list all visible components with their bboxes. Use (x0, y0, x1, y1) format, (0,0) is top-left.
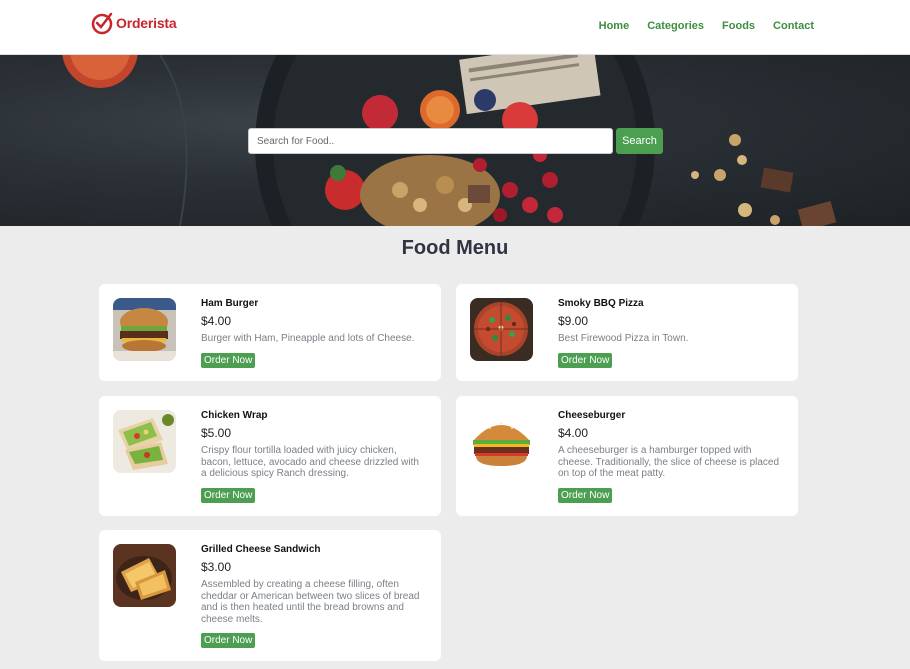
food-name: Grilled Cheese Sandwich (201, 544, 321, 555)
nav-categories[interactable]: Categories (647, 20, 704, 32)
logo[interactable]: Orderista (91, 11, 177, 35)
food-price: $4.00 (558, 426, 589, 440)
food-price: $5.00 (201, 426, 232, 440)
food-name: Smoky BBQ Pizza (558, 298, 644, 309)
food-card: Chicken Wrap $5.00 Crispy flour tortilla… (99, 396, 441, 516)
order-now-button[interactable]: Order Now (558, 352, 613, 368)
order-now-button[interactable]: Order Now (201, 352, 256, 368)
card-body: Chicken Wrap $5.00 Crispy flour tortilla… (201, 410, 426, 503)
search-button[interactable]: Search (616, 128, 663, 154)
food-price: $4.00 (201, 314, 232, 328)
order-now-button[interactable]: Order Now (558, 487, 613, 503)
card-body: Smoky BBQ Pizza $9.00 Best Firewood Pizz… (558, 298, 783, 368)
card-body: Ham Burger $4.00 Burger with Ham, Pineap… (201, 298, 426, 368)
cheeseburger-image (470, 410, 533, 473)
order-now-button[interactable]: Order Now (201, 633, 256, 648)
food-price: $9.00 (558, 314, 589, 328)
card-body: Cheeseburger $4.00 A cheeseburger is a h… (558, 410, 783, 503)
food-card: Ham Burger $4.00 Burger with Ham, Pineap… (99, 284, 441, 381)
food-description: Assembled by creating a cheese filling, … (201, 579, 420, 625)
section-title: Food Menu (401, 237, 509, 259)
search-input[interactable] (248, 128, 613, 154)
food-description: Burger with Ham, Pineapple and lots of C… (201, 333, 415, 344)
nav-contact[interactable]: Contact (773, 20, 814, 32)
hero-banner: Search (0, 55, 910, 226)
food-description: Crispy flour tortilla loaded with juicy … (201, 445, 419, 479)
nav-home[interactable]: Home (599, 20, 630, 32)
burger-image (113, 298, 176, 361)
food-name: Chicken Wrap (201, 410, 268, 421)
logo-icon (91, 12, 113, 35)
food-description: A cheeseburger is a hamburger topped wit… (558, 445, 780, 479)
nav-foods[interactable]: Foods (722, 20, 755, 32)
order-now-button[interactable]: Order Now (201, 487, 256, 503)
food-card: Cheeseburger $4.00 A cheeseburger is a h… (456, 396, 798, 516)
pizza-image (470, 298, 533, 361)
sandwich-image (113, 544, 176, 607)
food-card: Smoky BBQ Pizza $9.00 Best Firewood Pizz… (456, 284, 798, 381)
food-name: Ham Burger (201, 298, 259, 309)
site-header: Orderista Home Categories Foods Contact (0, 0, 910, 55)
search-bar: Search (248, 128, 663, 154)
card-body: Grilled Cheese Sandwich $3.00 Assembled … (201, 544, 426, 648)
wrap-image (113, 410, 176, 473)
food-card: Grilled Cheese Sandwich $3.00 Assembled … (99, 530, 441, 661)
food-price: $3.00 (201, 560, 232, 574)
brand-name: Orderista (116, 15, 177, 31)
main-nav: Home Categories Foods Contact (599, 20, 814, 32)
food-name: Cheeseburger (558, 410, 626, 421)
food-description: Best Firewood Pizza in Town. (558, 333, 689, 344)
